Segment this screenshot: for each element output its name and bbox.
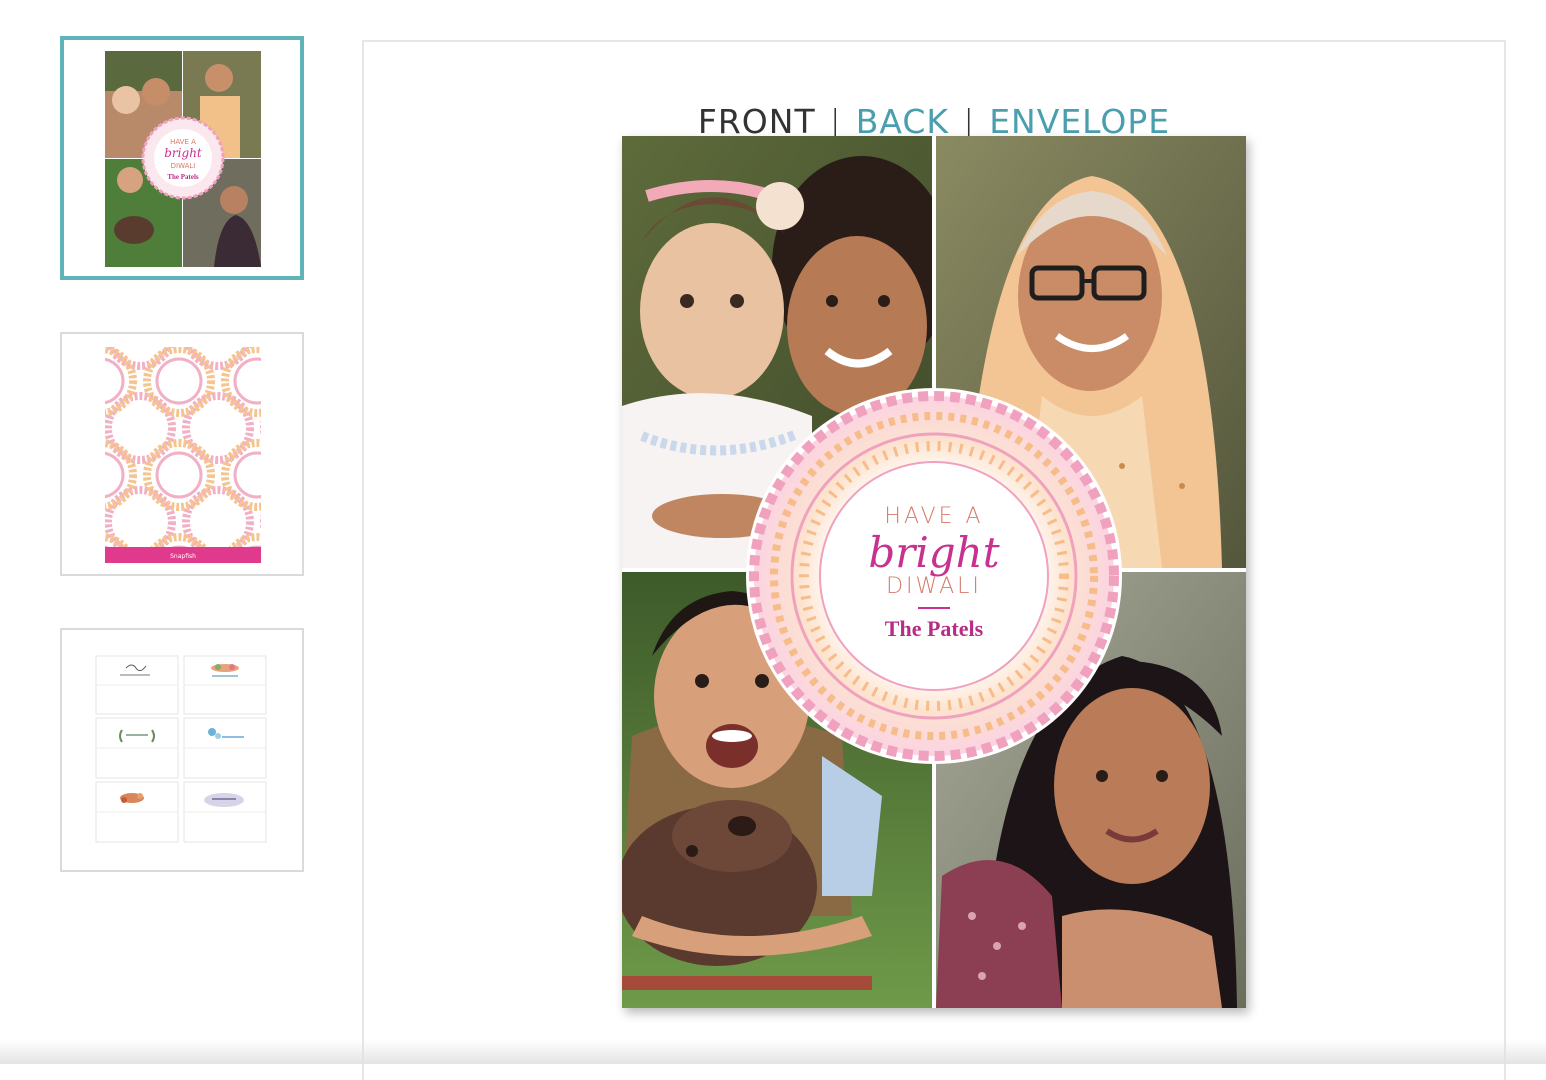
back-thumbnail-image: Snapfish xyxy=(105,347,261,563)
thumb-front-line3: DIWALI xyxy=(171,162,196,170)
thumb-front-line1: HAVE A xyxy=(170,138,196,146)
card-family-name: The Patels xyxy=(884,616,984,641)
card-greeting-line3: DIWALI xyxy=(886,574,982,599)
thumbnail-envelope[interactable] xyxy=(60,628,304,872)
back-brand-label: Snapfish xyxy=(170,553,196,560)
thumb-front-line2: bright xyxy=(164,146,202,160)
card-greeting-line2: bright xyxy=(868,528,1000,577)
thumb-front-name: The Patels xyxy=(167,173,199,181)
thumbnail-back[interactable]: Snapfish xyxy=(60,332,304,576)
card-front-preview: HAVE A bright DIWALI The Patels xyxy=(622,136,1246,1008)
card-greeting-line1: HAVE A xyxy=(884,504,984,529)
front-thumbnail-image: HAVE A bright DIWALI The Patels xyxy=(105,51,261,267)
thumbnail-front[interactable]: HAVE A bright DIWALI The Patels xyxy=(60,36,304,280)
bottom-shadow xyxy=(0,1040,1546,1064)
envelope-thumbnail-image xyxy=(95,655,267,843)
